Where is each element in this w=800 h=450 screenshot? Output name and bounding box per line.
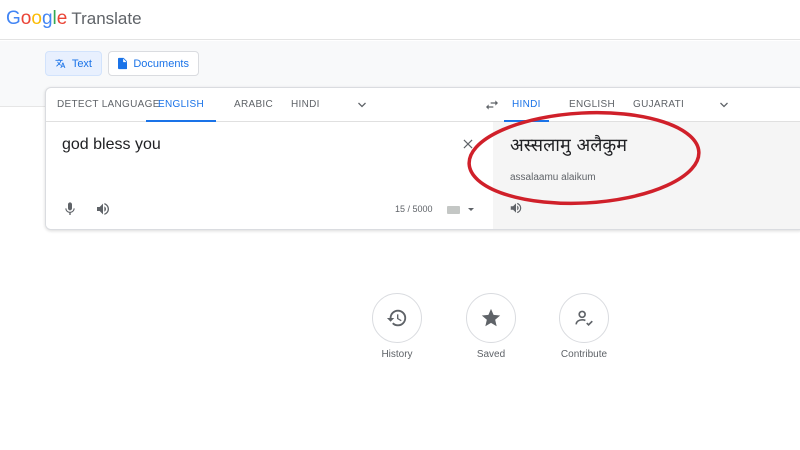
translation-card: DETECT LANGUAGE ENGLISH ARABIC HINDI HIN… bbox=[45, 87, 800, 230]
contribute-label: Contribute bbox=[560, 349, 608, 360]
translate-icon bbox=[55, 58, 66, 69]
google-translate-logo[interactable]: Google Translate bbox=[6, 8, 142, 30]
documents-mode-button[interactable]: Documents bbox=[108, 51, 199, 76]
saved-button[interactable]: Saved bbox=[451, 293, 531, 360]
source-text-input[interactable]: god bless you bbox=[62, 136, 161, 154]
documents-mode-label: Documents bbox=[133, 57, 189, 70]
speaker-icon[interactable] bbox=[95, 201, 111, 217]
character-count: 15 / 5000 bbox=[395, 204, 433, 214]
swap-languages-icon[interactable] bbox=[484, 97, 500, 113]
contribute-circle[interactable] bbox=[559, 293, 609, 343]
language-bar: DETECT LANGUAGE ENGLISH ARABIC HINDI HIN… bbox=[46, 88, 800, 122]
history-button[interactable]: History bbox=[357, 293, 437, 360]
tab-target-hindi[interactable]: HINDI bbox=[504, 88, 549, 122]
document-icon bbox=[118, 57, 128, 70]
star-icon bbox=[481, 308, 501, 327]
text-mode-label: Text bbox=[71, 57, 92, 70]
history-label: History bbox=[381, 349, 413, 360]
target-pane: अस्सलामु अलैकुम assalaamu alaikum bbox=[493, 122, 800, 229]
contribute-icon bbox=[575, 310, 593, 327]
tab-detect-language[interactable]: DETECT LANGUAGE bbox=[57, 88, 160, 122]
source-pane[interactable]: god bless you 15 / 5000 bbox=[46, 122, 493, 229]
chevron-down-icon[interactable] bbox=[718, 99, 730, 111]
tab-source-english[interactable]: ENGLISH bbox=[146, 88, 217, 122]
saved-label: Saved bbox=[476, 349, 506, 360]
saved-circle[interactable] bbox=[466, 293, 516, 343]
microphone-icon[interactable] bbox=[62, 201, 78, 217]
tab-source-arabic[interactable]: ARABIC bbox=[234, 88, 273, 122]
close-icon[interactable] bbox=[461, 137, 475, 151]
history-icon bbox=[386, 309, 407, 327]
speaker-icon[interactable] bbox=[509, 201, 523, 215]
tab-target-gujarati[interactable]: GUJARATI bbox=[633, 88, 684, 122]
chevron-down-icon[interactable] bbox=[356, 99, 368, 111]
app-title: Translate bbox=[71, 9, 142, 28]
contribute-button[interactable]: Contribute bbox=[544, 293, 624, 360]
history-circle[interactable] bbox=[372, 293, 422, 343]
keyboard-icon[interactable] bbox=[446, 204, 476, 216]
tab-source-hindi[interactable]: HINDI bbox=[291, 88, 320, 122]
text-mode-button[interactable]: Text bbox=[45, 51, 102, 76]
translated-text: अस्सलामु अलैकुम bbox=[510, 135, 627, 156]
transliteration-text: assalaamu alaikum bbox=[510, 172, 596, 183]
brand-logo-text: Google bbox=[6, 8, 68, 29]
tab-target-english[interactable]: ENGLISH bbox=[569, 88, 615, 122]
top-bar: Google Translate bbox=[0, 0, 800, 40]
